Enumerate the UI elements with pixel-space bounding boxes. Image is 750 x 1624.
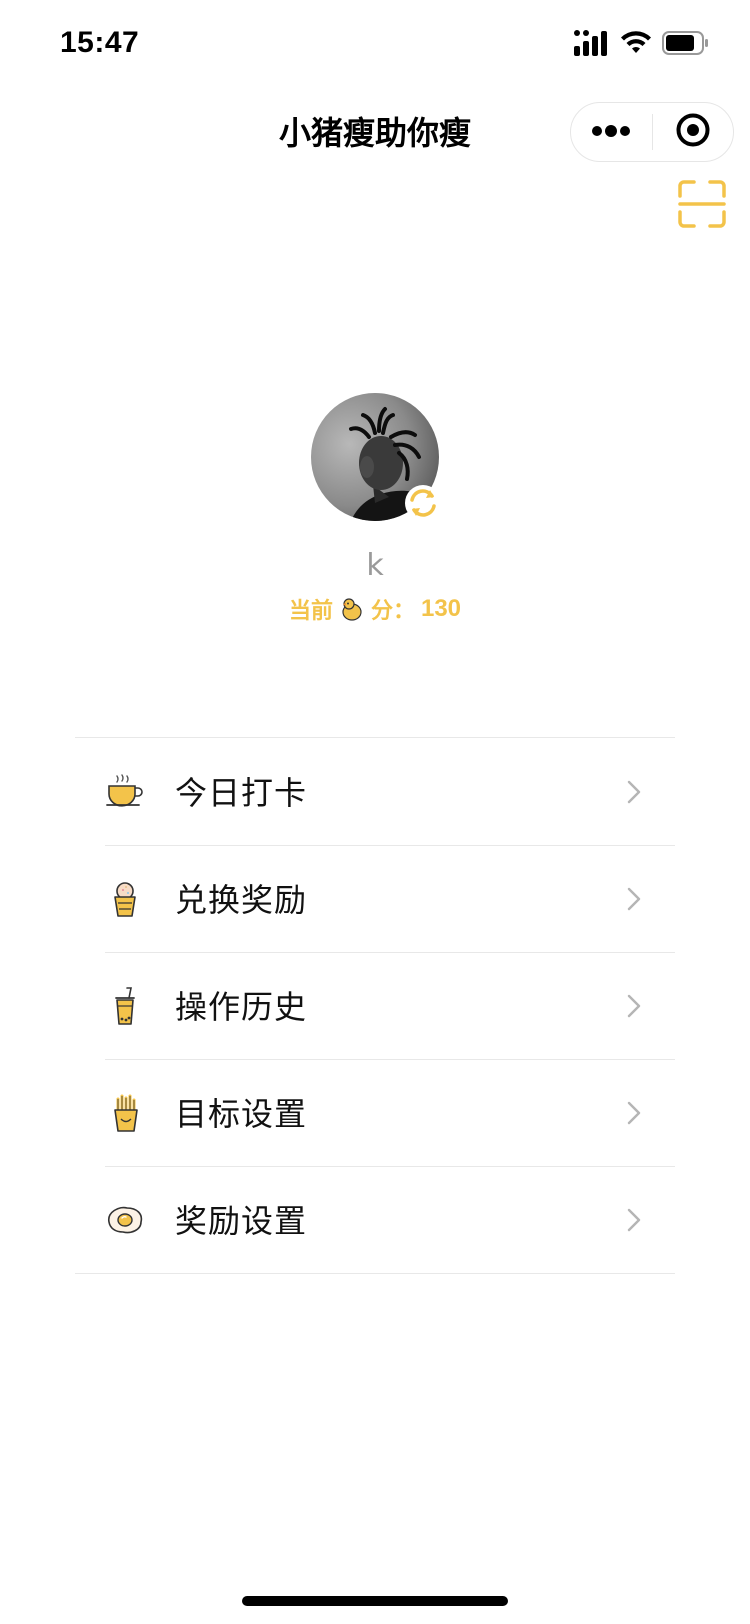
status-time: 15:47 xyxy=(60,26,140,59)
menu-item-label: 操作历史 xyxy=(175,988,308,1026)
battery-icon xyxy=(662,31,710,59)
refresh-avatar-icon[interactable] xyxy=(403,483,443,523)
score-line: 当前 分： 130 xyxy=(0,593,750,625)
chevron-right-icon xyxy=(625,885,643,913)
french-fries-icon xyxy=(105,1093,145,1133)
mini-program-capsule xyxy=(570,102,734,162)
score-suffix: 分： xyxy=(370,599,415,624)
score-value: 130 xyxy=(420,595,462,622)
bubble-tea-icon xyxy=(105,986,145,1026)
more-button[interactable] xyxy=(571,103,652,161)
username: k xyxy=(366,548,384,583)
menu-item-label: 今日打卡 xyxy=(175,774,308,812)
coffee-cup-icon xyxy=(105,772,145,812)
menu-item-label: 兑换奖励 xyxy=(175,881,308,919)
chick-icon xyxy=(341,597,363,621)
scan-icon xyxy=(678,180,726,228)
chevron-right-icon xyxy=(625,1099,643,1127)
menu-item-reward-settings[interactable]: 奖励设置 xyxy=(75,1166,675,1273)
menu-item-goal-settings[interactable]: 目标设置 xyxy=(75,1059,675,1166)
score-prefix: 当前 xyxy=(288,599,333,624)
wifi-icon xyxy=(620,31,652,59)
chevron-right-icon xyxy=(625,992,643,1020)
menu-item-label: 目标设置 xyxy=(175,1095,308,1133)
screen: 15:47 小猪瘦助你瘦 k 当前 分： 130 今日打卡 兑换奖励 操作历史 … xyxy=(0,0,750,1624)
menu-item-history[interactable]: 操作历史 xyxy=(75,952,675,1059)
chevron-right-icon xyxy=(625,1206,643,1234)
menu-item-redeem[interactable]: 兑换奖励 xyxy=(75,845,675,952)
close-button[interactable] xyxy=(653,103,734,161)
scan-button[interactable] xyxy=(678,180,726,228)
status-icons xyxy=(574,30,710,60)
menu-list: 今日打卡 兑换奖励 操作历史 目标设置 奖励设置 xyxy=(75,737,675,1274)
menu-item-label: 奖励设置 xyxy=(175,1202,308,1240)
menu-item-checkin[interactable]: 今日打卡 xyxy=(75,738,675,845)
fried-egg-icon xyxy=(105,1200,145,1240)
more-dots-icon xyxy=(591,123,631,142)
signal-icon xyxy=(574,30,610,60)
ice-cream-icon xyxy=(105,879,145,919)
home-indicator[interactable] xyxy=(242,1596,508,1606)
chevron-right-icon xyxy=(625,778,643,806)
status-bar: 15:47 xyxy=(0,0,750,90)
target-circle-icon xyxy=(675,112,711,152)
avatar-wrap xyxy=(311,393,441,521)
